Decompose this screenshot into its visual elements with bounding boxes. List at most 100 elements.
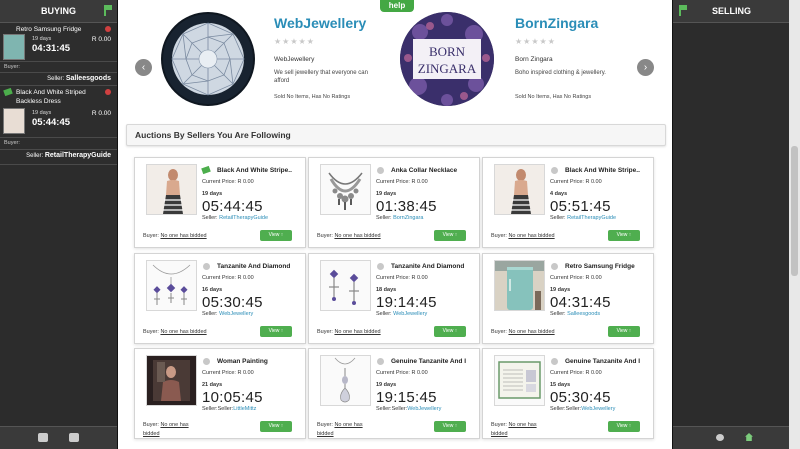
view-button[interactable]: View ↑ [260, 230, 292, 241]
buyer-label: Buyer: [491, 422, 509, 428]
shop-name[interactable]: WebJewellery [274, 15, 366, 31]
seller-link[interactable]: WebJewellery [393, 311, 427, 317]
logo-text: ZINGARA [418, 61, 477, 76]
seller-link[interactable]: LittleMittz [233, 406, 256, 412]
auction-card[interactable]: Retro Samsung Fridge Current Price: R 0.… [482, 253, 654, 344]
auction-card[interactable]: Tanzanite And Diamond Current Price: R 0… [134, 253, 306, 344]
paisley-logo-icon: BORN ZINGARA [400, 12, 494, 106]
item-image[interactable] [494, 260, 545, 311]
buyer-value[interactable]: No one has bidded [160, 233, 206, 239]
auction-card[interactable]: Anka Collar Necklace Current Price: R 0.… [308, 157, 480, 248]
shop-logo-webjewellery[interactable] [161, 12, 255, 106]
buying-item-days: 19 days [32, 110, 52, 116]
buying-item-title[interactable]: Black And White Striped Backless Dress [16, 88, 96, 106]
status-dot-icon [551, 167, 558, 174]
auction-title[interactable]: Black And White Stripe.. [217, 167, 292, 174]
tag-icon [3, 87, 13, 97]
seller-link[interactable]: WebJewellery [581, 406, 615, 412]
buying-item-price: R 0.00 [91, 110, 111, 117]
auction-title[interactable]: Anka Collar Necklace [391, 167, 457, 174]
buying-item-time: 04:31:45 [32, 43, 71, 54]
buying-item-seller: Seller: RetailTherapyGuide [26, 152, 111, 159]
seller-link[interactable]: BornZingara [393, 215, 423, 221]
chat-icon[interactable] [716, 434, 724, 441]
shop-name[interactable]: BornZingara [515, 15, 598, 31]
remove-icon[interactable] [105, 89, 111, 95]
item-thumbnail[interactable] [3, 34, 25, 60]
buying-item[interactable]: Black And White Striped Backless Dress 1… [0, 86, 117, 165]
seller-link[interactable]: RetailTherapyGuide [567, 215, 616, 221]
home-icon[interactable] [745, 433, 753, 441]
buyer-value[interactable]: No one has bidded [334, 233, 380, 239]
seller-label: Seller: [550, 215, 568, 221]
item-image[interactable] [146, 355, 197, 406]
auction-price: Current Price: R 0.00 [376, 179, 428, 185]
auction-title[interactable]: Genuine Tanzanite And I [391, 358, 466, 365]
divider [0, 149, 117, 150]
auction-card[interactable]: Tanzanite And Diamond Current Price: R 0… [308, 253, 480, 344]
auction-countdown: 04:31:45 [550, 294, 611, 311]
view-button[interactable]: View ↑ [260, 421, 292, 432]
auction-card[interactable]: Woman Painting Current Price: R 0.00 21 … [134, 348, 306, 439]
auction-title[interactable]: Genuine Tanzanite And I [565, 358, 640, 365]
carousel-prev-button[interactable]: ‹ [135, 59, 152, 76]
buying-item-price: R 0.00 [91, 36, 111, 43]
seller-link[interactable]: WebJewellery [407, 406, 441, 412]
item-thumbnail[interactable] [3, 108, 25, 134]
auction-title[interactable]: Tanzanite And Diamond [391, 263, 464, 270]
seller-link[interactable]: WebJewellery [219, 311, 253, 317]
shop-rating-stars: ★★★★★ [515, 37, 556, 46]
item-image[interactable] [320, 355, 371, 406]
scrollbar-thumb[interactable] [791, 146, 798, 276]
item-image[interactable] [146, 260, 197, 311]
view-button[interactable]: View ↑ [608, 421, 640, 432]
item-image[interactable] [494, 355, 545, 406]
item-image[interactable] [320, 260, 371, 311]
buying-item[interactable]: Retro Samsung Fridge 19 days 04:31:45 R … [0, 23, 117, 86]
auction-title[interactable]: Retro Samsung Fridge [565, 263, 635, 270]
item-image[interactable] [320, 164, 371, 215]
auction-card[interactable]: Genuine Tanzanite And I Current Price: R… [308, 348, 480, 439]
cart-icon[interactable] [38, 433, 48, 442]
seller-link[interactable]: RetailTherapyGuide [219, 215, 268, 221]
diamond-icon [163, 14, 253, 104]
help-button[interactable]: help [380, 0, 414, 12]
divider [0, 137, 117, 138]
buying-panel: BUYING Retro Samsung Fridge 19 days 04:3… [0, 0, 118, 449]
buyer-value[interactable]: No one has bidded [508, 329, 554, 335]
page-scrollbar[interactable] [789, 0, 800, 449]
auction-title[interactable]: Black And White Stripe.. [565, 167, 640, 174]
view-button[interactable]: View ↑ [434, 326, 466, 337]
flag-icon[interactable] [679, 5, 687, 16]
auction-buyer: Buyer: No one has bidded [491, 329, 555, 335]
auction-card[interactable]: Black And White Stripe.. Current Price: … [482, 157, 654, 248]
buyer-value[interactable]: No one has bidded [160, 329, 206, 335]
divider [0, 72, 117, 73]
seller-name[interactable]: Salleesgoods [66, 75, 111, 82]
seller-link[interactable]: Salleesgoods [567, 311, 600, 317]
auction-icon[interactable] [69, 433, 79, 442]
buyer-value[interactable]: No one has bidded [334, 329, 380, 335]
buyer-value[interactable]: No one has bidded [508, 233, 554, 239]
item-image[interactable] [494, 164, 545, 215]
view-button[interactable]: View ↑ [434, 230, 466, 241]
painting-image [147, 356, 196, 405]
view-button[interactable]: View ↑ [260, 326, 292, 337]
seller-name[interactable]: RetailTherapyGuide [45, 152, 111, 159]
auction-buyer: Buyer: No one has bidded [143, 421, 203, 439]
remove-icon[interactable] [105, 26, 111, 32]
auction-card[interactable]: Genuine Tanzanite And I Current Price: R… [482, 348, 654, 439]
view-button[interactable]: View ↑ [608, 230, 640, 241]
shop-logo-bornzingara[interactable]: BORN ZINGARA [400, 12, 494, 106]
auction-title[interactable]: Tanzanite And Diamond [217, 263, 290, 270]
buying-item-title[interactable]: Retro Samsung Fridge [16, 25, 96, 34]
auction-days: 15 days [550, 382, 571, 388]
flag-icon[interactable] [104, 5, 112, 16]
item-image[interactable] [146, 164, 197, 215]
view-button[interactable]: View ↑ [434, 421, 466, 432]
view-button[interactable]: View ↑ [608, 326, 640, 337]
carousel-next-button[interactable]: › [637, 59, 654, 76]
following-section-header: Auctions By Sellers You Are Following [126, 124, 666, 146]
auction-title[interactable]: Woman Painting [217, 358, 268, 365]
auction-card[interactable]: Black And White Stripe.. Current Price: … [134, 157, 306, 248]
